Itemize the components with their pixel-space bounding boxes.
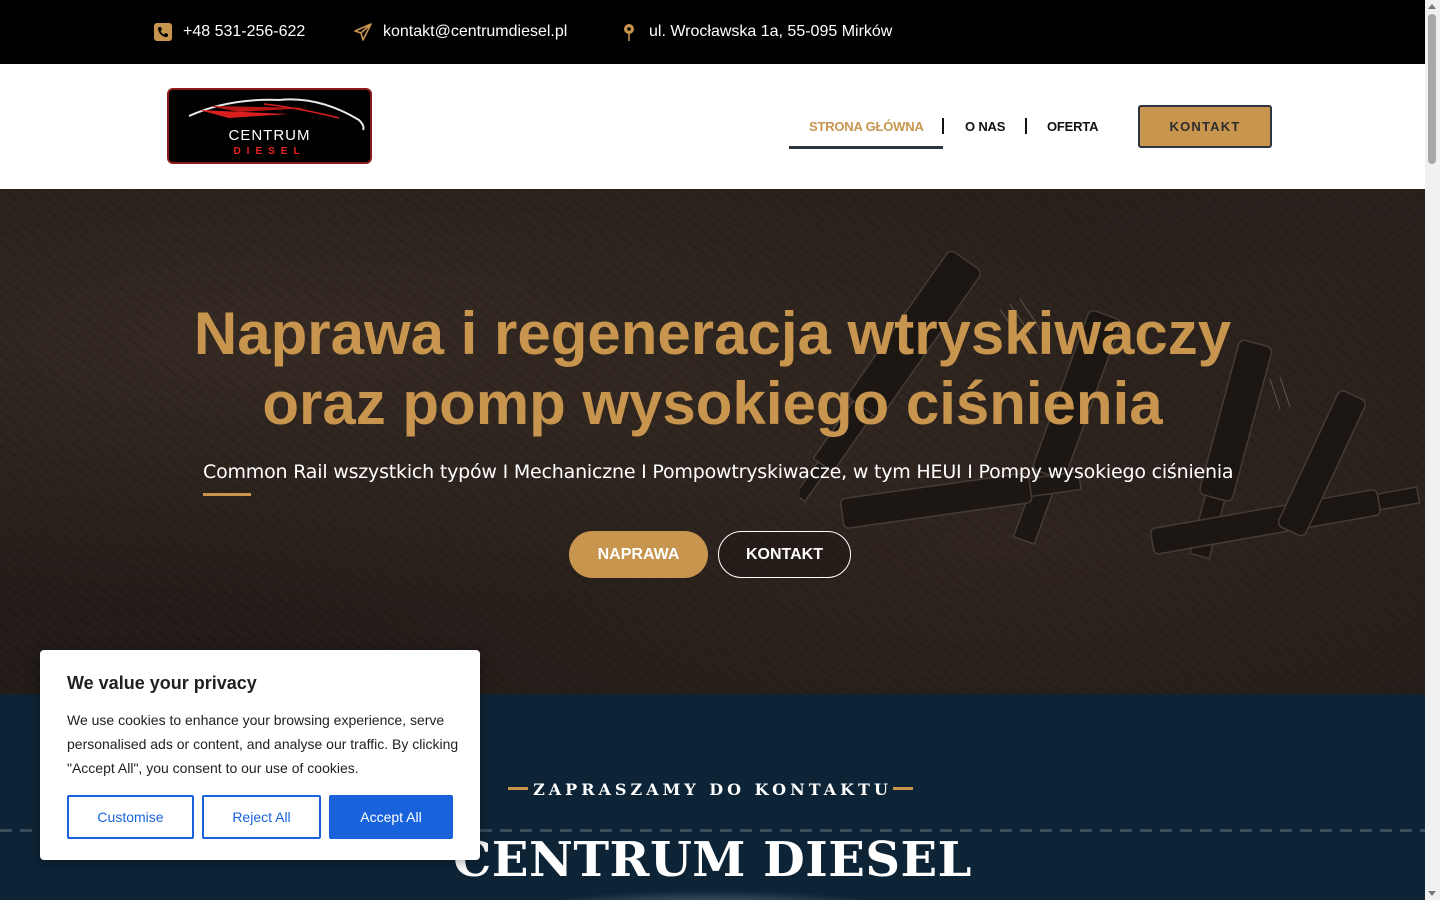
nav-separator	[1025, 118, 1027, 134]
nav-offer-label[interactable]: OFERTA	[1047, 119, 1098, 134]
hero-title-line1: Naprawa i regeneracja wtryskiwaczy	[193, 300, 1232, 367]
phone-icon	[153, 22, 173, 42]
hero-title: Naprawa i regeneracja wtryskiwaczy oraz …	[0, 299, 1425, 439]
hero-section: Naprawa i regeneracja wtryskiwaczy oraz …	[0, 189, 1425, 694]
nav-item-offer[interactable]: OFERTA	[1047, 64, 1098, 189]
reject-all-button[interactable]: Reject All	[202, 795, 321, 839]
hero-subtitle: Common Rail wszystkich typów I Mechanicz…	[203, 461, 1234, 483]
cookie-text: We use cookies to enhance your browsing …	[67, 712, 459, 776]
top-contact-bar: +48 531-256-622 kontakt@centrumdiesel.pl…	[0, 0, 1425, 64]
nav-item-about[interactable]: O NAS	[965, 64, 1005, 189]
nav-about-label[interactable]: O NAS	[965, 119, 1005, 134]
nav-item-home[interactable]: STRONA GŁÓWNA	[809, 64, 924, 189]
repair-button[interactable]: NAPRAWA	[569, 531, 708, 578]
hero-title-line2: oraz pomp wysokiego ciśnienia	[262, 370, 1163, 437]
site-logo[interactable]: CENTRUM DIESEL	[167, 88, 372, 164]
kicker-line-right	[893, 787, 913, 790]
scroll-up-arrow-icon[interactable]	[1428, 4, 1436, 9]
nav-separator	[942, 118, 944, 134]
nav-home-label[interactable]: STRONA GŁÓWNA	[809, 119, 924, 134]
logo-line2: DIESEL	[233, 146, 306, 157]
site-header: CENTRUM DIESEL STRONA GŁÓWNA O NAS OFERT…	[0, 64, 1425, 189]
customise-button[interactable]: Customise	[67, 795, 194, 839]
topbar-address-text: ul. Wrocławska 1a, 55-095 Mirków	[649, 23, 893, 40]
hero-accent-line	[203, 493, 251, 496]
map-pin-icon	[619, 22, 639, 42]
hero-contact-button[interactable]: KONTAKT	[718, 531, 851, 578]
header-contact-button[interactable]: KONTAKT	[1138, 105, 1272, 148]
topbar-email[interactable]: kontakt@centrumdiesel.pl	[353, 0, 567, 64]
nav-active-underline	[789, 146, 943, 149]
topbar-phone-text: +48 531-256-622	[183, 23, 306, 40]
topbar-email-text: kontakt@centrumdiesel.pl	[383, 23, 568, 40]
scroll-down-arrow-icon[interactable]	[1428, 891, 1436, 896]
scrollbar-thumb[interactable]	[1428, 14, 1436, 164]
heading-glow	[520, 890, 900, 900]
injectors-image	[800, 250, 1421, 560]
accept-all-button[interactable]: Accept All	[329, 795, 453, 839]
logo-line1: CENTRUM	[228, 127, 311, 144]
paper-plane-icon	[353, 22, 373, 42]
page-scrollbar[interactable]	[1425, 0, 1440, 900]
cookie-consent-banner: We value your privacy We use cookies to …	[40, 650, 480, 860]
topbar-address: ul. Wrocławska 1a, 55-095 Mirków	[619, 0, 892, 64]
cookie-title: We value your privacy	[67, 673, 257, 693]
topbar-phone[interactable]: +48 531-256-622	[153, 0, 305, 64]
